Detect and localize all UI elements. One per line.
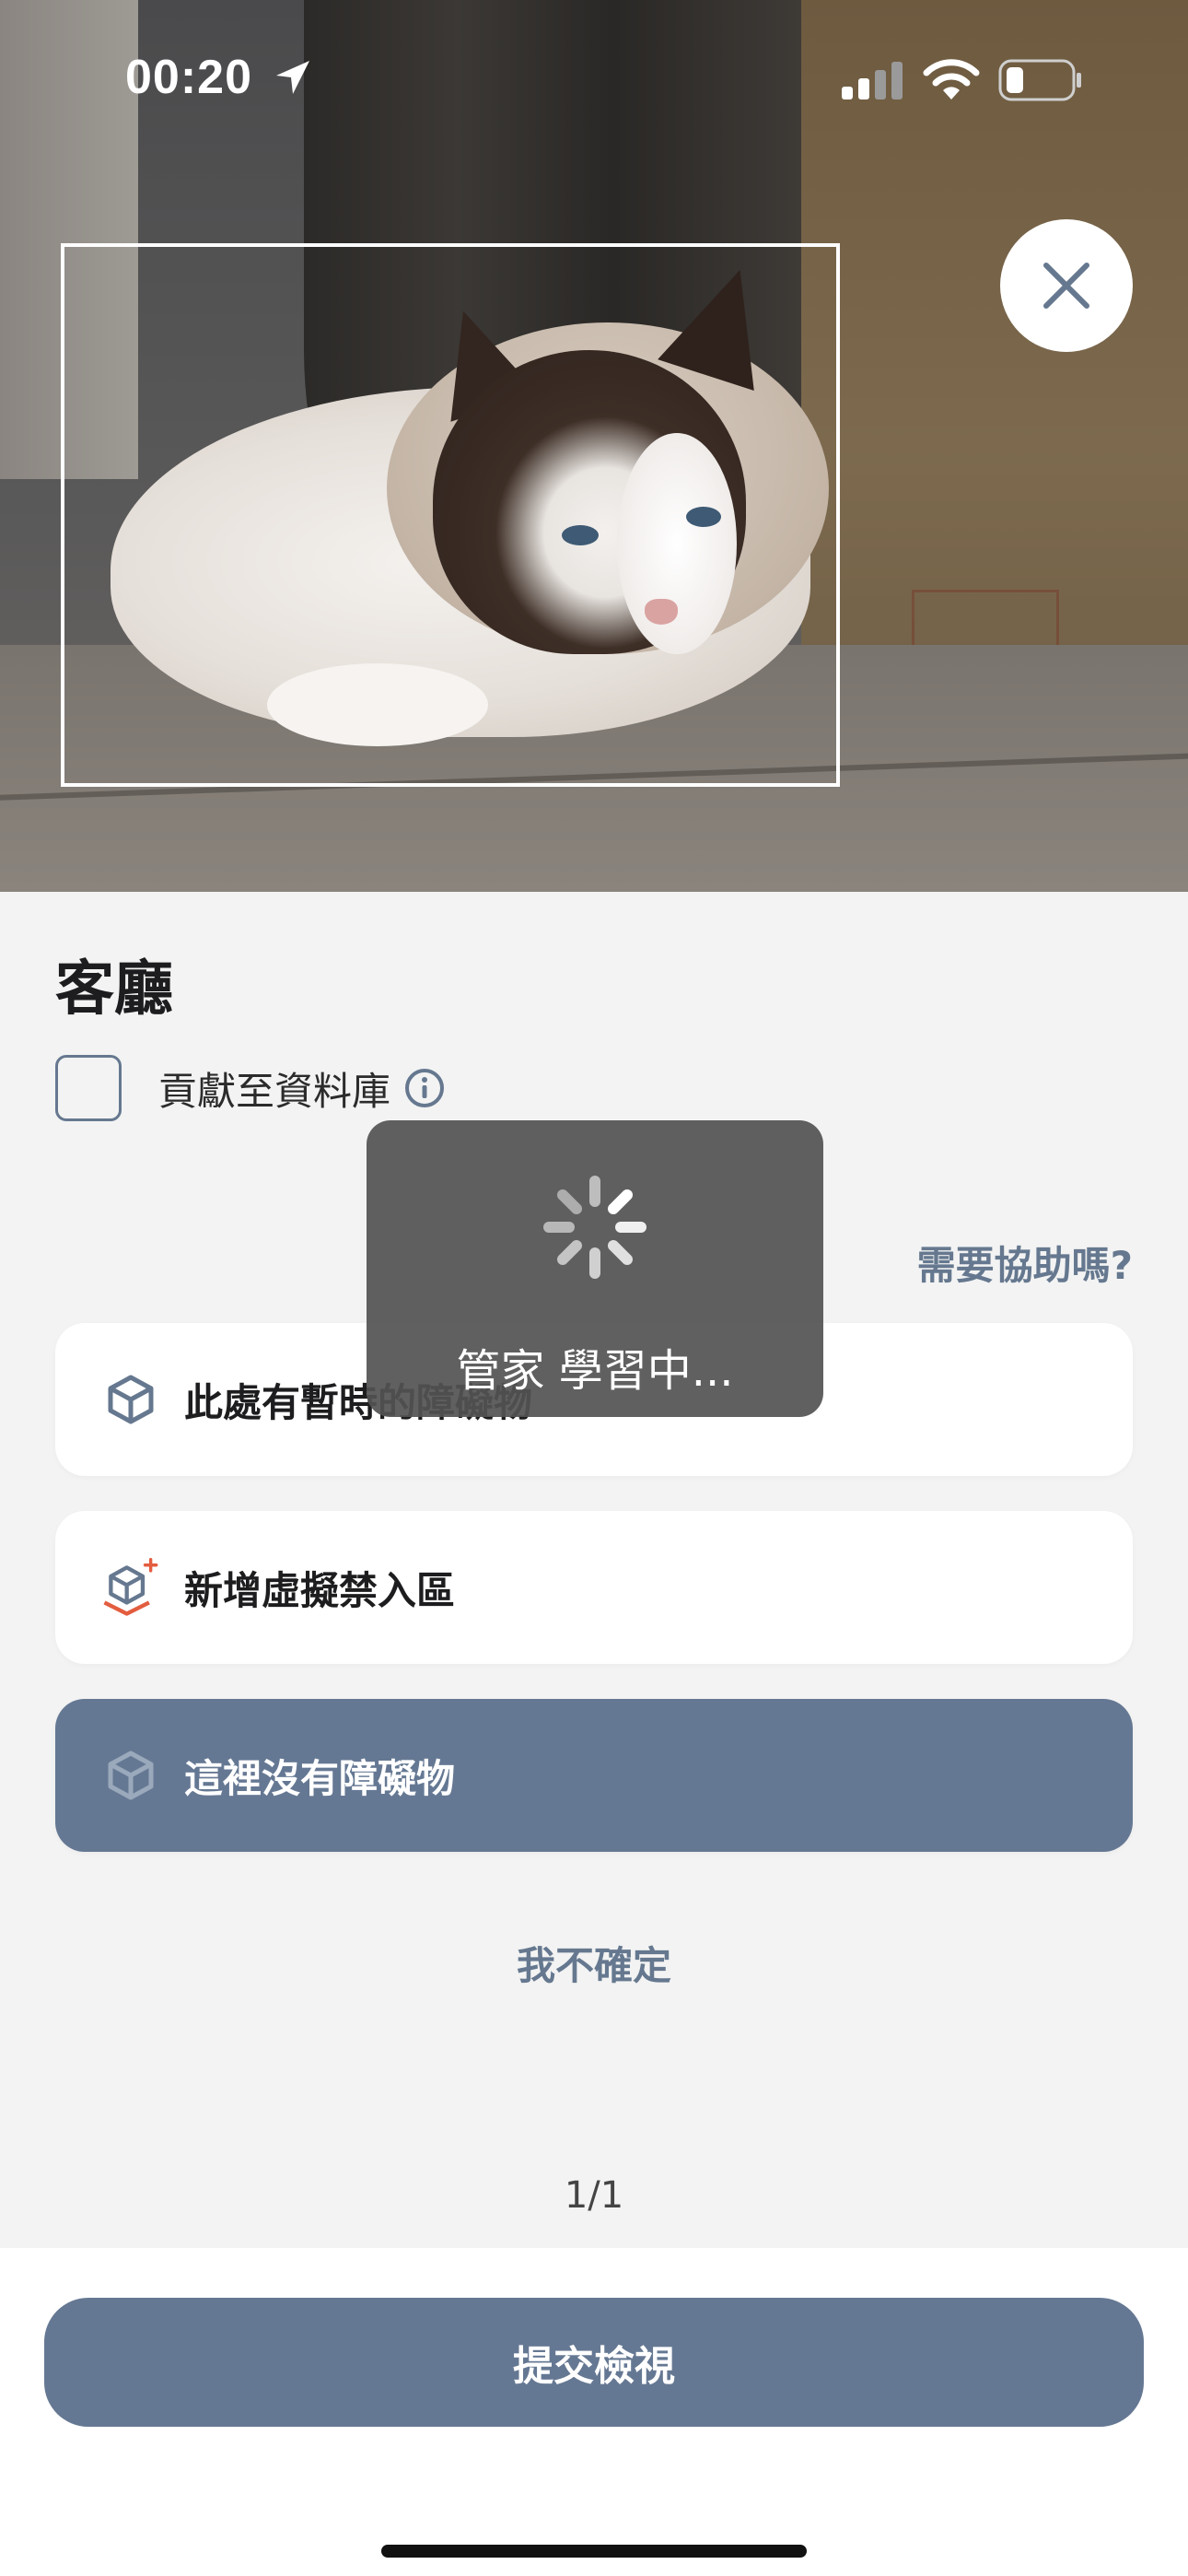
wifi-icon [923, 59, 980, 100]
location-arrow-icon [276, 61, 309, 94]
footer: 提交檢視 [0, 2248, 1188, 2576]
submit-button[interactable]: 提交檢視 [44, 2298, 1144, 2427]
cellular-signal-icon [842, 62, 903, 100]
unsure-link[interactable]: 我不確定 [0, 1935, 1188, 1991]
option-label: 新增虛擬禁入區 [184, 1567, 456, 1613]
home-indicator [381, 2545, 807, 2558]
submit-label: 提交檢視 [513, 2343, 675, 2390]
page-indicator: 1/1 [564, 2174, 624, 2217]
cube-plus-icon [101, 1558, 160, 1617]
room-title: 客廳 [55, 955, 173, 1024]
info-icon[interactable] [403, 1067, 446, 1109]
cube-icon [101, 1370, 160, 1429]
detection-frame [61, 243, 840, 787]
close-button[interactable] [1000, 219, 1133, 352]
contribute-label: 貢獻至資料庫 [158, 1068, 391, 1114]
obstacle-review-panel: 客廳 貢獻至資料庫 需要協助嗎? 此處有暫時的障礙物 新增虛擬禁入區 這裡沒有障… [0, 892, 1188, 2248]
spinner-icon [543, 1176, 646, 1279]
loading-toast: 管家 學習中... [367, 1120, 823, 1417]
toast-text: 管家 學習中... [456, 1345, 734, 1397]
contribute-row[interactable]: 貢獻至資料庫 [55, 1054, 446, 1122]
status-bar: 00:20 [0, 0, 1188, 157]
contribute-checkbox[interactable] [55, 1055, 122, 1121]
option-add-no-go-zone[interactable]: 新增虛擬禁入區 [55, 1511, 1133, 1664]
battery-icon [998, 59, 1081, 101]
status-time: 00:20 [125, 51, 252, 104]
close-icon [1043, 263, 1089, 309]
option-label: 這裡沒有障礙物 [184, 1755, 456, 1801]
cube-icon [101, 1746, 160, 1805]
option-no-obstacle[interactable]: 這裡沒有障礙物 [55, 1699, 1133, 1852]
help-link[interactable]: 需要協助嗎? [917, 1235, 1133, 1291]
